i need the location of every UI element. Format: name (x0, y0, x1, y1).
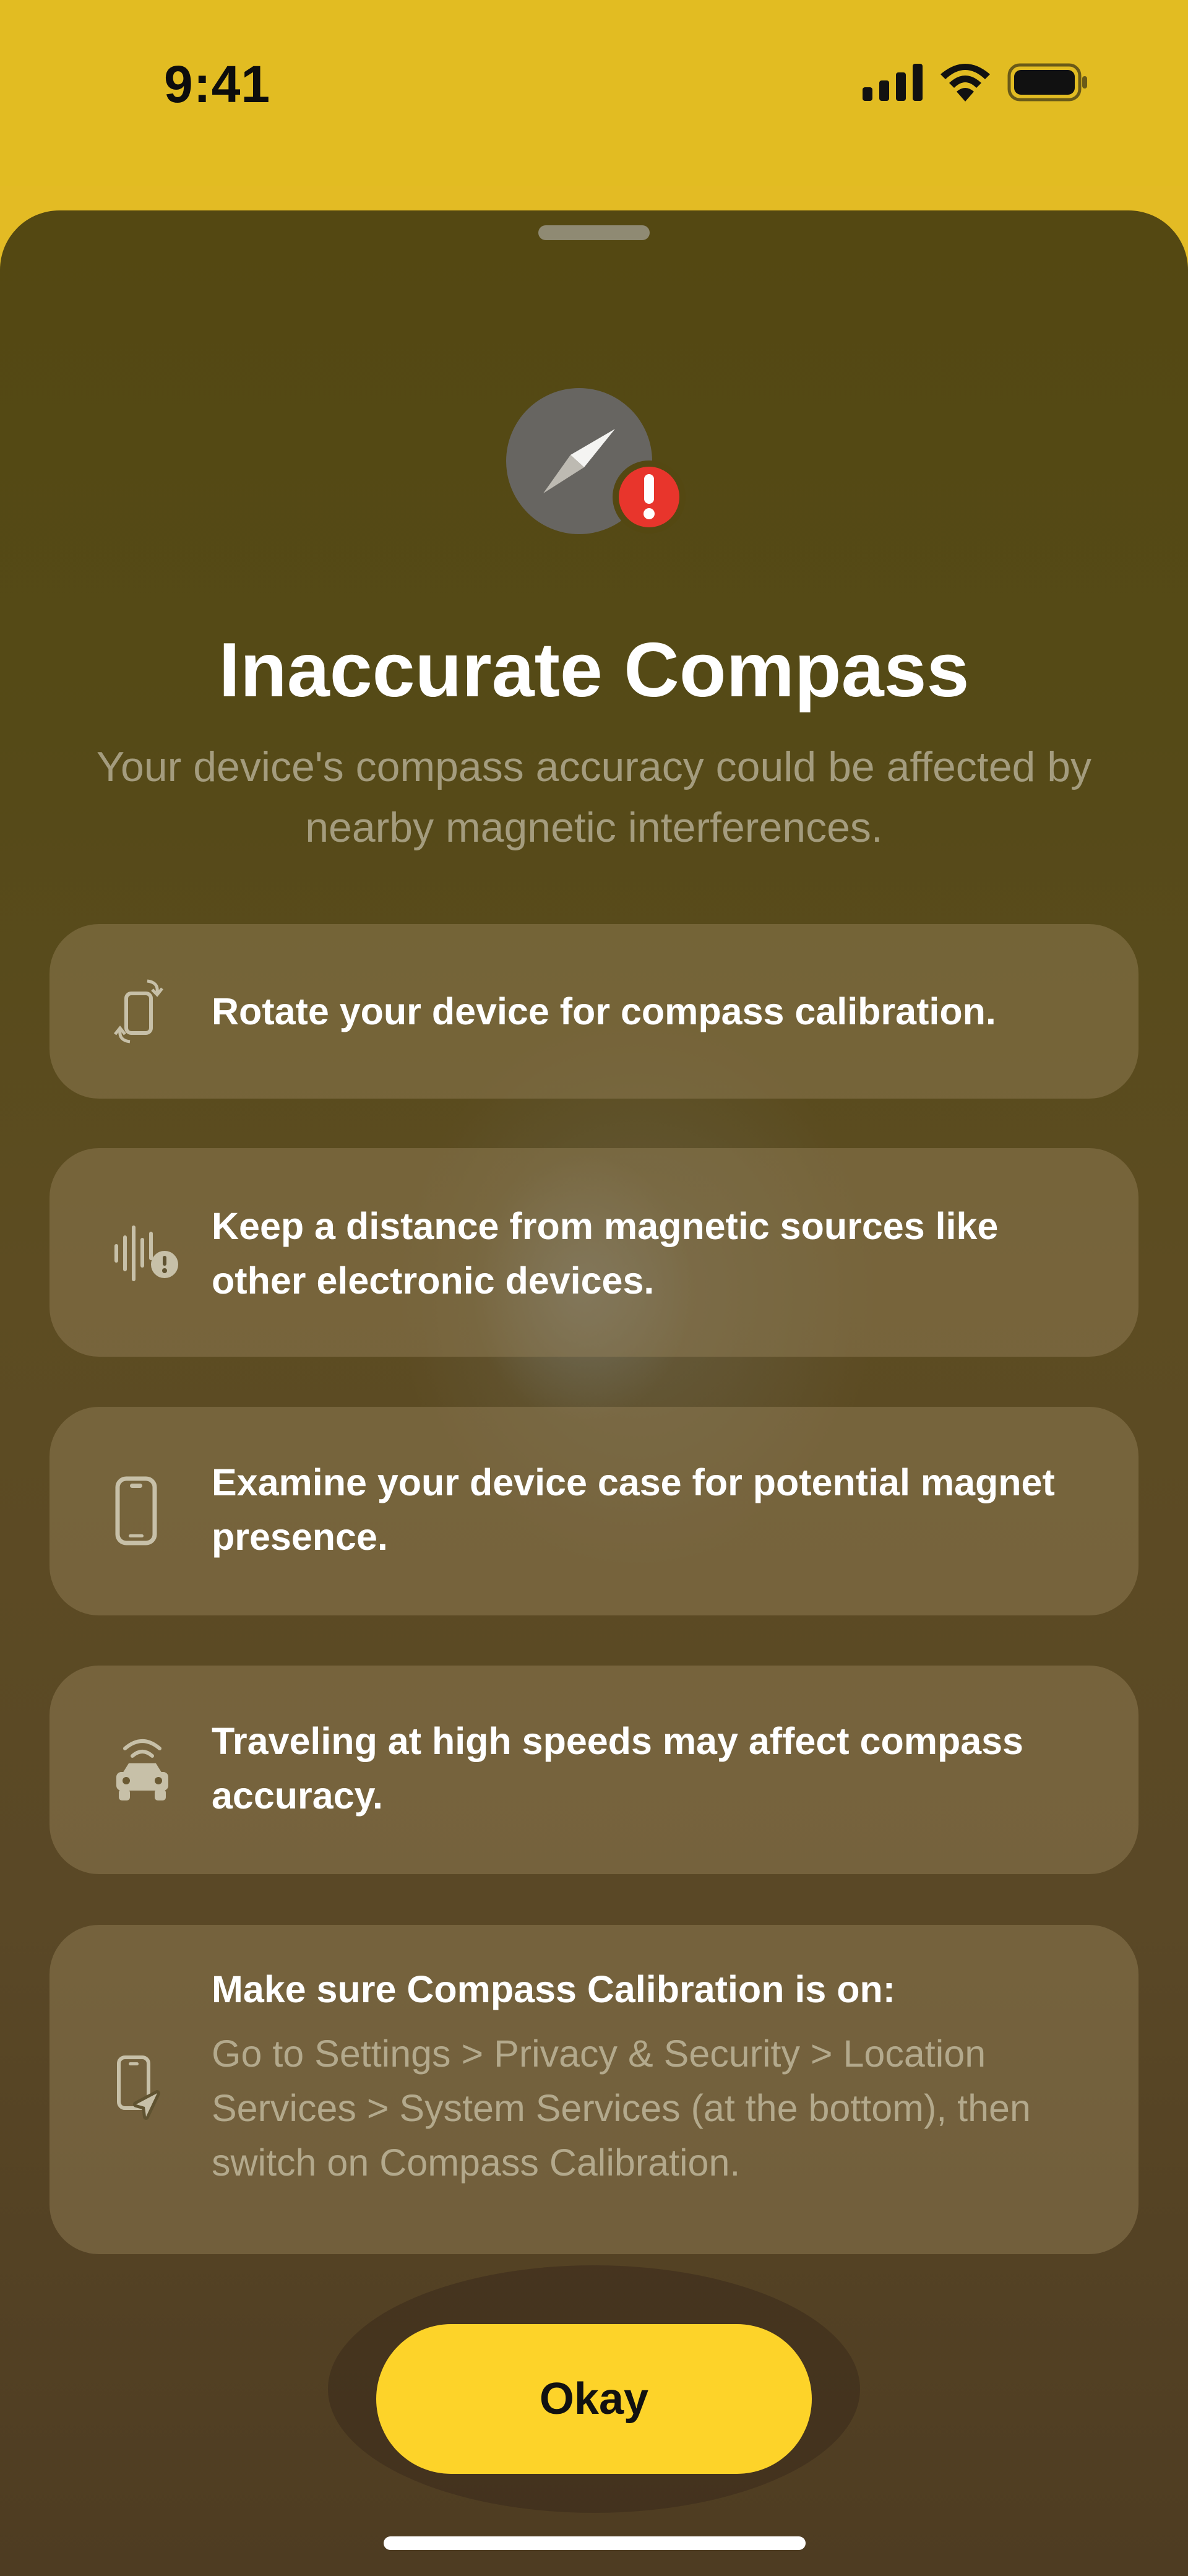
status-icons (863, 63, 1089, 102)
tip-card-calibration: Make sure Compass Calibration is on: Go … (50, 1925, 1138, 2254)
status-time: 9:41 (164, 55, 271, 113)
exclamation-icon (613, 460, 686, 534)
okay-button[interactable]: Okay (376, 2324, 812, 2474)
tip-text: Traveling at high speeds may affect comp… (212, 1720, 1023, 1817)
status-bar: 9:41 (0, 0, 1188, 186)
car-speed-icon (116, 1739, 168, 1800)
tip-text: Rotate your device for compass calibrati… (212, 990, 996, 1032)
phone-case-icon (115, 1476, 157, 1545)
sheet-grabber[interactable] (538, 225, 650, 240)
wifi-icon (940, 64, 990, 102)
tip-detail: Go to Settings > Privacy & Security > Lo… (212, 2033, 1031, 2184)
rotate-device-icon (114, 979, 163, 1044)
tip-text: Examine your device case for potential m… (212, 1461, 1055, 1558)
tip-card-rotate: Rotate your device for compass calibrati… (50, 924, 1138, 1099)
cellular-signal-icon (863, 64, 923, 101)
location-phone-icon (117, 2055, 160, 2120)
sheet-title: Inaccurate Compass (218, 628, 970, 713)
tip-text: Keep a distance from magnetic sources li… (212, 1205, 999, 1302)
tip-card-case: Examine your device case for potential m… (50, 1407, 1138, 1615)
magnetic-interference-icon (114, 1225, 178, 1281)
tip-heading: Make sure Compass Calibration is on: (212, 1968, 896, 2010)
battery-icon (1007, 63, 1087, 102)
tip-card-magnetic: Keep a distance from magnetic sources li… (50, 1148, 1138, 1357)
compass-sheet: Inaccurate Compass Your device's compass… (0, 210, 1188, 2576)
sheet-subtitle: Your device's compass accuracy could be … (96, 743, 1092, 851)
home-indicator[interactable] (384, 2536, 806, 2550)
tip-card-speed: Traveling at high speeds may affect comp… (50, 1666, 1138, 1874)
